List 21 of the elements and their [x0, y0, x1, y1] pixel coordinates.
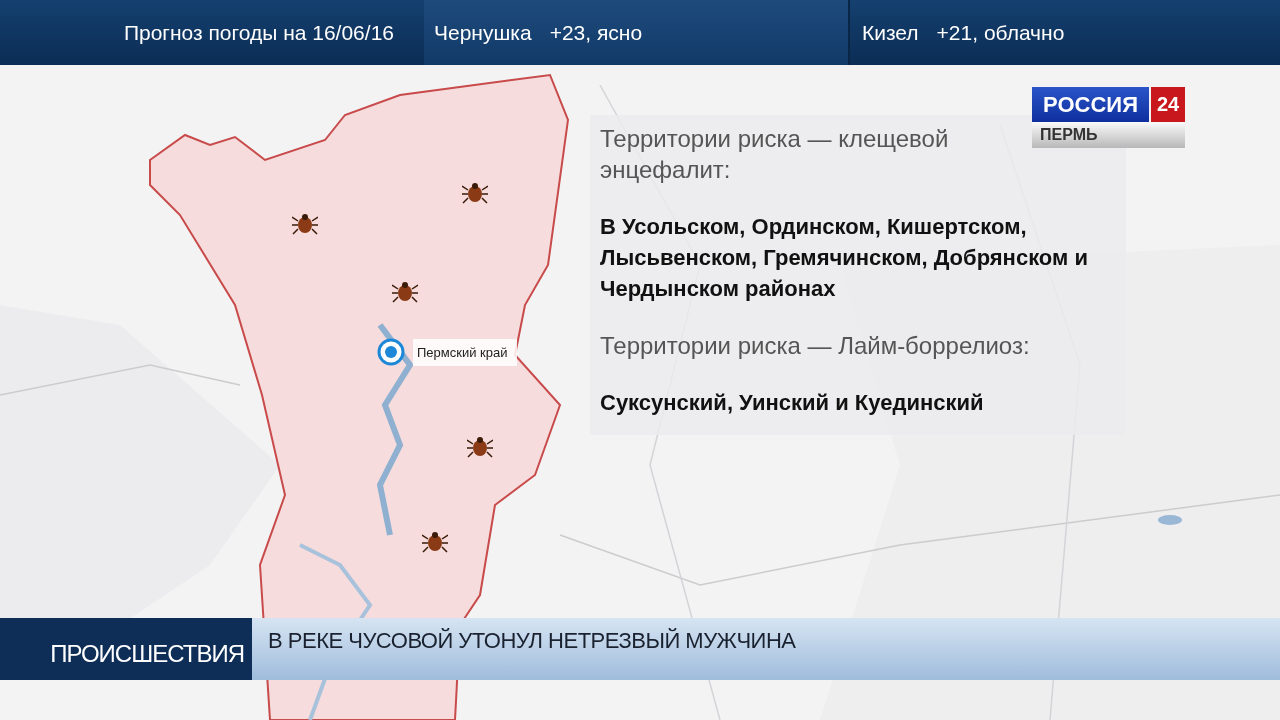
section-heading: Территории риска — клещевой энцефалит: [600, 124, 950, 185]
tick-icon [392, 280, 418, 304]
news-headline: В РЕКЕ ЧУСОВОЙ УТОНУЛ НЕТРЕЗВЫЙ МУЖЧИНА [252, 618, 1280, 680]
city-name: Кизел [862, 20, 919, 45]
channel-number: 24 [1151, 87, 1185, 122]
region-label: Пермский край [413, 338, 518, 366]
tick-icon [422, 530, 448, 554]
section-heading: Территории риска — Лайм-боррелиоз: [600, 331, 1031, 361]
tick-icon [467, 435, 493, 459]
weather-reading: +21, облачно [936, 20, 1065, 45]
channel-name: РОССИЯ [1032, 87, 1149, 122]
location-pin-icon [377, 338, 405, 366]
tick-icon [462, 181, 488, 205]
forecast-title: Прогноз погоды на 16/06/16 [123, 20, 394, 45]
tick-icon [292, 212, 318, 236]
city-name: Чернушка [434, 20, 532, 45]
weather-reading: +23, ясно [549, 20, 643, 45]
region-name: ПЕРМЬ [1032, 122, 1185, 148]
district-list: Суксунский, Уинский и Куединский [600, 387, 1116, 418]
district-list: В Усольском, Ординском, Кишертском, Лысьвенском, Гремячинском, Добрянском и Чердынском районах [600, 211, 1116, 304]
news-category: ПРОИСШЕСТВИЯ [0, 618, 252, 680]
